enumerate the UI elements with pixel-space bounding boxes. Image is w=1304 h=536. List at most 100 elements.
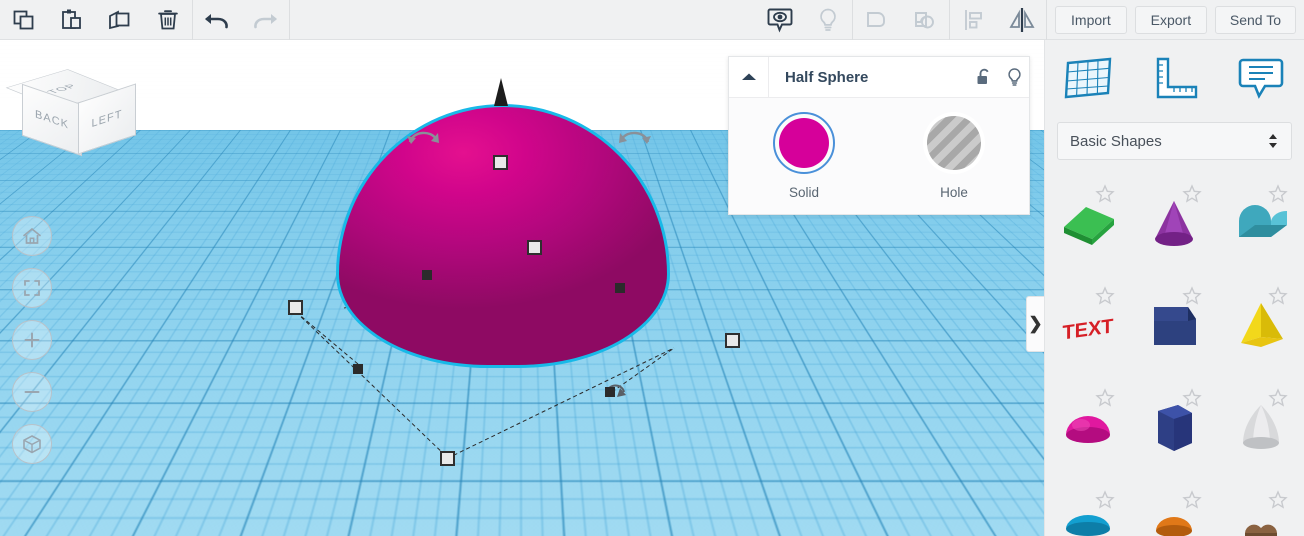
paste-button[interactable] [48, 0, 96, 40]
undo-button[interactable] [193, 0, 241, 40]
favorite-star-icon[interactable] [1181, 286, 1202, 306]
hide-button[interactable] [804, 0, 852, 40]
export-button[interactable]: Export [1134, 5, 1207, 34]
mirror-icon [1009, 7, 1035, 32]
solid-mode-option[interactable]: Solid [729, 112, 879, 200]
notes-icon [1238, 58, 1284, 99]
group-icon [866, 11, 885, 27]
copy-button[interactable] [0, 0, 48, 40]
triangle-up-icon [741, 73, 756, 80]
show-hide-icon [767, 8, 793, 33]
minus-icon [24, 391, 40, 393]
notes-button[interactable] [1218, 55, 1304, 101]
plus-icon [24, 332, 40, 348]
selected-object[interactable] [288, 78, 740, 466]
delete-icon [158, 9, 178, 29]
fit-view-button[interactable] [12, 268, 52, 308]
show-hide-button[interactable] [756, 0, 804, 40]
mirror-button[interactable] [998, 0, 1046, 40]
shape-heart[interactable] [1218, 480, 1304, 536]
shape-properties-panel: Half Sphere Solid Hole [728, 56, 1030, 215]
top-toolbar: Import Export Send To [0, 0, 1304, 40]
send-to-button[interactable]: Send To [1214, 5, 1296, 34]
favorite-star-icon[interactable] [1181, 490, 1202, 510]
delete-button[interactable] [144, 0, 192, 40]
corner-handle-back-left[interactable] [422, 270, 432, 280]
redo-button[interactable] [241, 0, 289, 40]
hole-swatch[interactable] [923, 112, 985, 174]
height-handle[interactable] [490, 76, 512, 110]
cube-icon [23, 435, 41, 454]
duplicate-icon [109, 10, 130, 29]
import-button[interactable]: Import [1054, 5, 1127, 34]
ungroup-button[interactable] [901, 0, 949, 40]
shape-box[interactable] [1131, 276, 1217, 378]
shape-tube[interactable] [1045, 480, 1131, 536]
shape-half-sphere[interactable] [1045, 378, 1131, 480]
scale-handle-front[interactable] [440, 451, 455, 466]
shape-paraboloid[interactable] [1218, 378, 1304, 480]
workplane-button[interactable] [1045, 55, 1131, 101]
scale-handle-center[interactable] [527, 240, 542, 255]
zoom-in-button[interactable] [12, 320, 52, 360]
visibility-button[interactable] [999, 67, 1029, 88]
corner-handle-side-left[interactable] [353, 364, 363, 374]
shape-text[interactable]: TEXT [1045, 276, 1131, 378]
view-cube[interactable]: TOP BACK LEFT [5, 60, 136, 157]
rotate-right-handle[interactable] [618, 126, 652, 148]
copy-icon [13, 10, 34, 29]
rotate-left-handle[interactable] [406, 126, 440, 148]
favorite-star-icon[interactable] [1268, 388, 1288, 408]
shape-box-wedge[interactable] [1045, 174, 1131, 276]
viewport-nav-controls [12, 216, 52, 476]
align-icon [964, 9, 982, 30]
perspective-toggle-button[interactable] [12, 424, 52, 464]
favorite-star-icon[interactable] [1268, 184, 1288, 204]
align-tool-group [950, 0, 1046, 39]
stepper-arrows-icon [1269, 134, 1277, 148]
favorite-star-icon[interactable] [1268, 286, 1288, 306]
right-sidebar: Basic Shapes TEXT [1044, 40, 1304, 536]
shape-blob-orange[interactable] [1131, 480, 1217, 536]
scale-handle-right[interactable] [725, 333, 740, 348]
lock-button[interactable] [969, 67, 999, 87]
group-button[interactable] [853, 0, 901, 40]
lightbulb-icon [1007, 67, 1021, 86]
zoom-out-button[interactable] [12, 372, 52, 412]
align-button[interactable] [950, 0, 998, 40]
shape-category-label: Basic Shapes [1070, 132, 1162, 150]
shape-cone[interactable] [1131, 174, 1217, 276]
shape-pyramid[interactable] [1218, 276, 1304, 378]
favorite-star-icon[interactable] [1181, 388, 1202, 408]
solid-label: Solid [788, 185, 820, 200]
favorite-star-icon[interactable] [1095, 286, 1116, 306]
properties-header: Half Sphere [729, 56, 1029, 98]
home-view-button[interactable] [12, 216, 52, 256]
favorite-star-icon[interactable] [1268, 490, 1288, 510]
favorite-star-icon[interactable] [1095, 184, 1116, 204]
workplane-icon [1064, 57, 1112, 99]
hole-mode-option[interactable]: Hole [879, 112, 1029, 200]
properties-collapse-button[interactable] [729, 56, 769, 98]
view-cube-left-label: LEFT [91, 107, 123, 131]
home-icon [23, 227, 41, 244]
view-tool-group [756, 0, 852, 39]
panel-collapse-handle[interactable]: ❯ [1026, 296, 1044, 352]
shape-round-roof[interactable] [1218, 174, 1304, 276]
scale-handle-top[interactable] [493, 155, 508, 170]
scale-handle-left[interactable] [288, 300, 303, 315]
duplicate-button[interactable] [96, 0, 144, 40]
solid-swatch[interactable] [773, 112, 835, 174]
favorite-star-icon[interactable] [1181, 184, 1202, 204]
corner-handle-back-right[interactable] [615, 283, 625, 293]
favorite-star-icon[interactable] [1095, 490, 1116, 510]
shape-category-select[interactable]: Basic Shapes [1057, 122, 1292, 160]
corner-handle-side-right[interactable] [605, 387, 615, 397]
ruler-button[interactable] [1131, 55, 1217, 101]
properties-body: Solid Hole [729, 98, 1029, 200]
shape-polygon[interactable] [1131, 378, 1217, 480]
favorite-star-icon[interactable] [1095, 388, 1116, 408]
shape-gallery: TEXT [1045, 174, 1304, 536]
properties-title: Half Sphere [785, 68, 869, 86]
